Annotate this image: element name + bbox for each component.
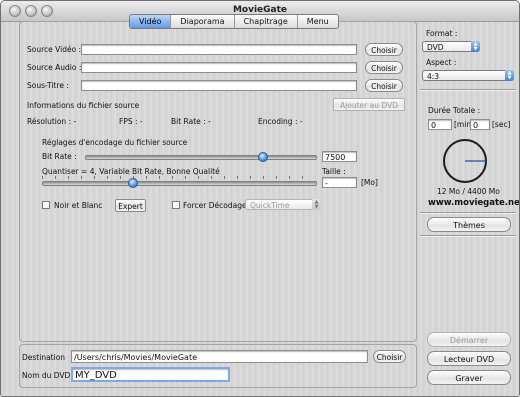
bitrate-field[interactable]: 7500	[322, 151, 357, 162]
start-button[interactable]: Démarrer	[427, 332, 511, 347]
source-video-choose-button[interactable]: Choisir	[365, 43, 403, 56]
aspect-popup[interactable]: 4:3 ▲ ▼	[422, 70, 514, 81]
source-info-title: Informations du fichier source	[27, 101, 140, 110]
black-white-label: Noir et Blanc	[54, 201, 103, 210]
side-divider	[420, 89, 516, 91]
encoding-settings-title: Réglages d'encodage du fichier source	[42, 138, 188, 147]
tab-video[interactable]: Vidéo	[130, 15, 172, 28]
bitrate-slider-track[interactable]	[85, 155, 317, 160]
capacity-label: 12 Mo / 4400 Mo	[437, 187, 500, 196]
dvd-name-field[interactable]: MY_DVD	[71, 367, 230, 382]
format-label: Format :	[426, 29, 458, 38]
fps-info: FPS : -	[119, 117, 143, 126]
source-audio-label: Source Audio :	[27, 63, 82, 72]
add-to-dvd-button[interactable]: Ajouter au DVD	[333, 98, 405, 111]
tab-menu[interactable]: Menu	[298, 15, 338, 28]
subtitle-choose-button[interactable]: Choisir	[365, 79, 403, 92]
total-duration-label: Durée Totale :	[428, 106, 481, 115]
force-decoding-label: Forcer Décodage	[183, 201, 247, 210]
size-field[interactable]: -	[322, 177, 357, 188]
destination-label: Destination	[22, 353, 66, 362]
format-popup[interactable]: DVD ▲ ▼	[422, 41, 480, 52]
seconds-field[interactable]: 0	[470, 119, 490, 130]
destination-path-field[interactable]: /Users/chris/Movies/MovieGate	[71, 350, 368, 363]
side-divider	[420, 212, 516, 214]
source-audio-choose-button[interactable]: Choisir	[365, 61, 403, 74]
black-white-checkbox[interactable]	[42, 201, 50, 209]
size-label: Taille :	[322, 167, 346, 176]
size-unit-label: [Mo]	[361, 178, 378, 187]
disc-usage-gauge	[443, 139, 487, 183]
force-decoding-checkbox[interactable]	[172, 201, 180, 209]
decoder-popup-value: QuickTime	[250, 201, 290, 210]
subtitle-label: Sous-Titre :	[27, 81, 69, 90]
quantiser-label: Quantiser = 4, Variable Bit Rate, Bonne …	[42, 167, 220, 176]
tab-diaporama[interactable]: Diaporama	[171, 15, 235, 28]
tab-bar: Vidéo Diaporama Chapitrage Menu	[129, 14, 339, 29]
dvd-player-button[interactable]: Lecteur DVD	[427, 351, 511, 366]
aspect-popup-value: 4:3	[427, 72, 440, 81]
quantiser-slider-ticks	[42, 176, 315, 179]
popup-arrows-icon: ▲ ▼	[505, 70, 514, 81]
resolution-info: Résolution : -	[27, 117, 77, 126]
subtitle-field[interactable]	[81, 80, 357, 91]
source-video-field[interactable]	[81, 44, 357, 55]
dvd-name-label: Nom du DVD	[22, 371, 71, 380]
source-video-label: Source Vidéo :	[27, 45, 82, 54]
themes-button[interactable]: Thèmes	[427, 217, 511, 232]
popup-arrows-icon: ▲ ▼	[471, 41, 480, 52]
app-window: MovieGate Vidéo Diaporama Chapitrage Men…	[0, 0, 520, 397]
encoding-info: Encoding : -	[258, 117, 303, 126]
seconds-unit: [sec]	[492, 120, 511, 129]
quantiser-slider-track[interactable]	[42, 181, 317, 186]
tab-chapitrage[interactable]: Chapitrage	[235, 15, 298, 28]
burn-button[interactable]: Graver	[427, 370, 511, 385]
popup-arrows-icon: ▲ ▼	[312, 199, 321, 210]
bitrate-info: Bit Rate : -	[171, 117, 211, 126]
aspect-label: Aspect :	[426, 58, 457, 67]
side-divider	[420, 235, 516, 237]
destination-choose-button[interactable]: Choisir	[373, 350, 406, 363]
format-popup-value: DVD	[427, 43, 444, 52]
website-label: www.moviegate.net	[428, 198, 520, 208]
bitrate-label: Bit Rate :	[42, 152, 77, 161]
expert-button[interactable]: Expert	[115, 199, 146, 212]
minutes-field[interactable]: 0	[428, 119, 452, 130]
source-audio-field[interactable]	[81, 62, 357, 73]
decoder-popup[interactable]: QuickTime ▲ ▼	[245, 199, 321, 210]
